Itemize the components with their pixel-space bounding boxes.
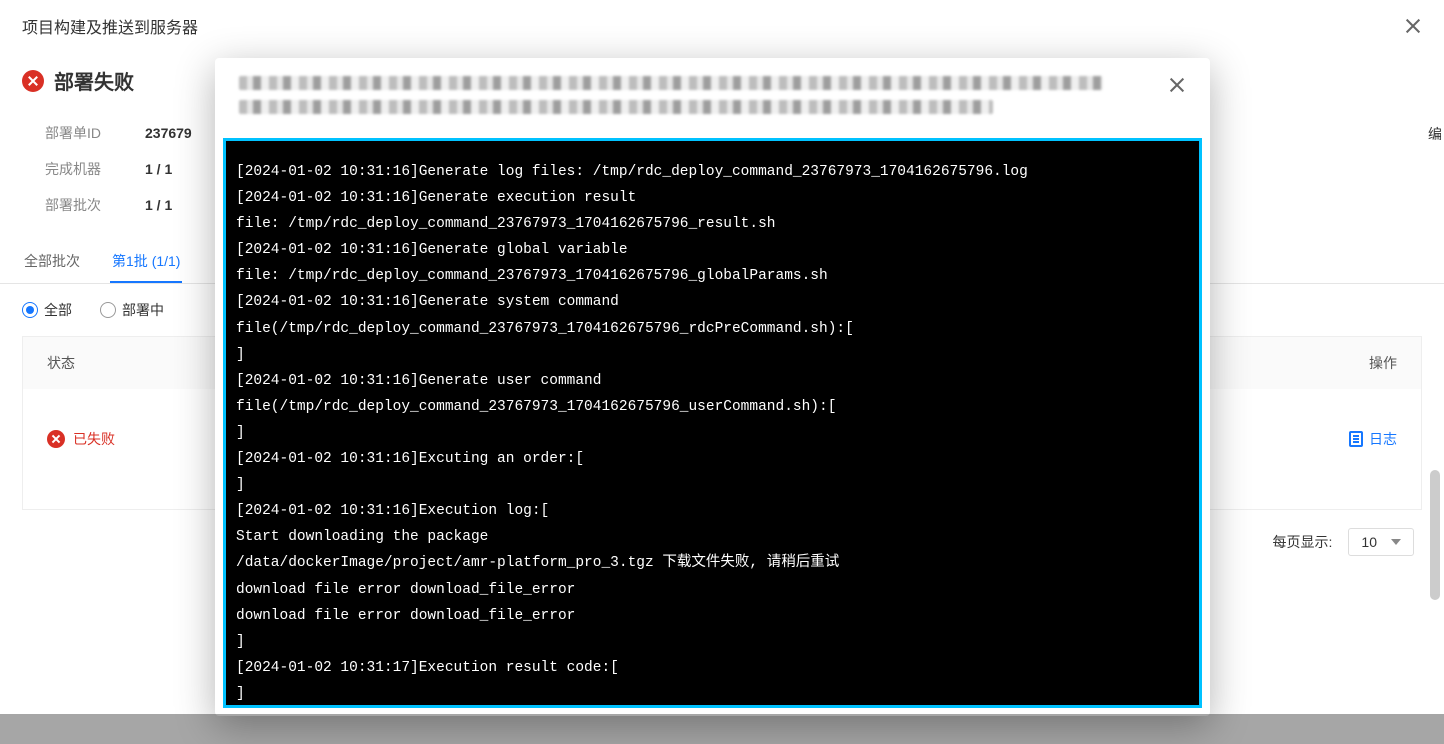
- scrollbar[interactable]: [1430, 470, 1440, 670]
- close-icon[interactable]: [1168, 76, 1186, 94]
- filter-deploying-label: 部署中: [122, 300, 164, 320]
- dialog-header: 项目构建及推送到服务器: [0, 0, 1444, 52]
- filter-all[interactable]: 全部: [22, 300, 72, 320]
- tab-all-batches[interactable]: 全部批次: [22, 241, 82, 283]
- redacted-line: [239, 76, 1103, 90]
- radio-icon: [100, 302, 116, 318]
- col-ops: 操作: [1369, 353, 1397, 373]
- status-cell: 已失败: [47, 429, 115, 449]
- deploy-status-text: 部署失败: [54, 66, 134, 95]
- machines-value: 1 / 1: [145, 161, 172, 177]
- log-header-redacted: [239, 76, 1148, 124]
- view-log-link[interactable]: 日志: [1349, 429, 1397, 449]
- tab-all-label: 全部批次: [24, 253, 80, 269]
- document-icon: [1349, 431, 1363, 447]
- deploy-id-label: 部署单ID: [45, 123, 145, 143]
- machines-label: 完成机器: [45, 159, 145, 179]
- deploy-id-value: 237679: [145, 125, 192, 141]
- per-page-label: 每页显示:: [1273, 532, 1333, 552]
- page-size-value: 10: [1361, 534, 1377, 550]
- page-size-select[interactable]: 10: [1348, 528, 1414, 556]
- side-text-fragment: 编: [1426, 120, 1444, 148]
- log-dialog-header: [215, 58, 1210, 138]
- log-dialog: [2024-01-02 10:31:16]Generate log files:…: [215, 58, 1210, 716]
- col-status: 状态: [47, 353, 75, 373]
- filter-all-label: 全部: [44, 300, 72, 320]
- scrollbar-thumb[interactable]: [1430, 470, 1440, 600]
- tab-first-count: (1/1): [152, 253, 181, 269]
- tab-first-batch[interactable]: 第1批 (1/1): [110, 241, 182, 283]
- log-link-text: 日志: [1369, 429, 1397, 449]
- redacted-line: [239, 100, 993, 114]
- batches-label: 部署批次: [45, 195, 145, 215]
- chevron-down-icon: [1391, 539, 1401, 545]
- radio-icon: [22, 302, 38, 318]
- close-icon[interactable]: [1404, 17, 1422, 35]
- error-icon: [22, 70, 44, 92]
- filter-deploying[interactable]: 部署中: [100, 300, 164, 320]
- terminal-output[interactable]: [2024-01-02 10:31:16]Generate log files:…: [223, 138, 1202, 708]
- dialog-title: 项目构建及推送到服务器: [22, 14, 198, 38]
- modal-backdrop: [0, 714, 1444, 744]
- tab-first-label: 第1批: [112, 253, 148, 269]
- error-icon: [47, 430, 65, 448]
- batches-value: 1 / 1: [145, 197, 172, 213]
- row-status-text: 已失败: [73, 429, 115, 449]
